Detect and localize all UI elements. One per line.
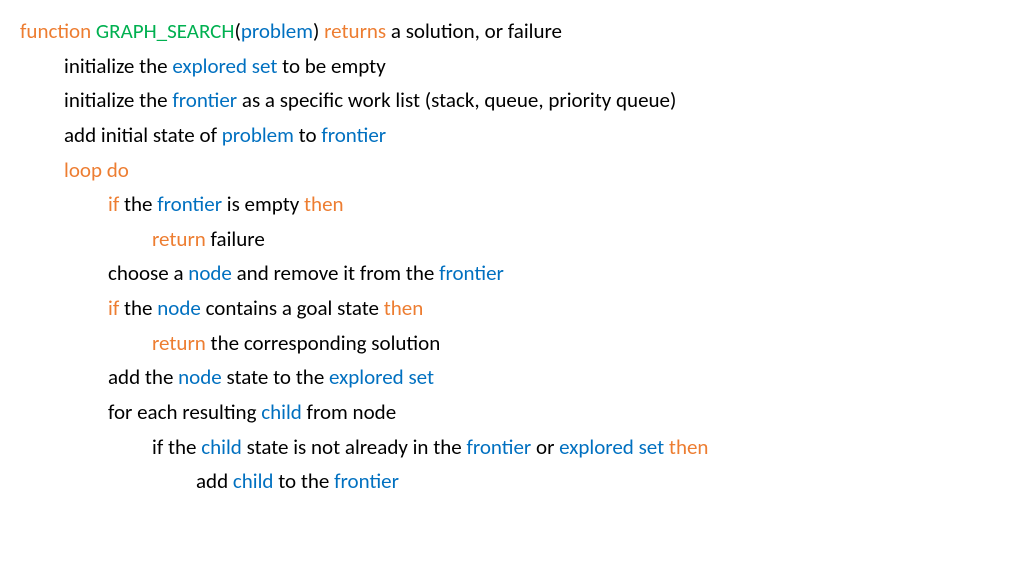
text: or <box>531 434 559 460</box>
text: to be empty <box>277 53 385 79</box>
keyword-if: if <box>108 295 119 321</box>
var-child: child <box>233 468 274 494</box>
code-line: if the child state is not already in the… <box>20 430 1004 465</box>
var-frontier: frontier <box>321 122 386 148</box>
code-line: initialize the explored set to be empty <box>20 49 1004 84</box>
keyword-return: return <box>152 226 206 252</box>
text: for each resulting <box>108 399 261 425</box>
code-line: choose a node and remove it from the fro… <box>20 256 1004 291</box>
keyword-then: then <box>384 295 424 321</box>
code-line: add child to the frontier <box>20 464 1004 499</box>
text: a solution, or failure <box>386 18 562 44</box>
keyword-function: function <box>20 18 91 44</box>
text: as a specific work list (stack, queue, p… <box>237 87 676 113</box>
text: from node <box>302 399 396 425</box>
code-line: if the frontier is empty then <box>20 187 1004 222</box>
var-node: node <box>178 364 222 390</box>
text: initialize the <box>64 87 172 113</box>
text: is empty <box>222 191 304 217</box>
text: add initial state of <box>64 122 222 148</box>
var-node: node <box>188 260 232 286</box>
text: and remove it from the <box>232 260 439 286</box>
text: failure <box>206 226 265 252</box>
code-line: for each resulting child from node <box>20 395 1004 430</box>
code-line: add initial state of problem to frontier <box>20 118 1004 153</box>
keyword-if: if <box>108 191 119 217</box>
text: to <box>294 122 321 148</box>
param-problem: problem <box>241 18 313 44</box>
code-line: return the corresponding solution <box>20 326 1004 361</box>
text: the <box>119 295 157 321</box>
text: to the <box>273 468 334 494</box>
text: the corresponding solution <box>206 330 440 356</box>
var-frontier: frontier <box>439 260 504 286</box>
text: state to the <box>222 364 329 390</box>
var-explored-set: explored set <box>329 364 434 390</box>
code-line: loop do <box>20 153 1004 188</box>
text: state is not already in the <box>242 434 467 460</box>
keyword-return: return <box>152 330 206 356</box>
text: contains a goal state <box>201 295 384 321</box>
function-name: GRAPH_SEARCH <box>96 18 235 44</box>
text: add <box>196 468 233 494</box>
var-explored-set: explored set <box>559 434 664 460</box>
code-line: add the node state to the explored set <box>20 360 1004 395</box>
code-line: return failure <box>20 222 1004 257</box>
var-child: child <box>261 399 302 425</box>
var-frontier: frontier <box>157 191 222 217</box>
var-child: child <box>201 434 242 460</box>
text: initialize the <box>64 53 172 79</box>
code-line: if the node contains a goal state then <box>20 291 1004 326</box>
var-frontier: frontier <box>172 87 237 113</box>
var-frontier: frontier <box>466 434 531 460</box>
var-explored-set: explored set <box>172 53 277 79</box>
var-frontier: frontier <box>334 468 399 494</box>
text: if the <box>152 434 201 460</box>
keyword-returns: returns <box>324 18 386 44</box>
text: add the <box>108 364 178 390</box>
var-problem: problem <box>222 122 294 148</box>
var-node: node <box>157 295 201 321</box>
pseudocode-block: function GRAPH_SEARCH(problem) returns a… <box>20 14 1004 499</box>
text: choose a <box>108 260 188 286</box>
keyword-then: then <box>304 191 344 217</box>
keyword-then: then <box>669 434 709 460</box>
code-line: initialize the frontier as a specific wo… <box>20 83 1004 118</box>
text: the <box>119 191 157 217</box>
keyword-loop-do: loop do <box>64 157 129 183</box>
code-line: function GRAPH_SEARCH(problem) returns a… <box>20 14 1004 49</box>
